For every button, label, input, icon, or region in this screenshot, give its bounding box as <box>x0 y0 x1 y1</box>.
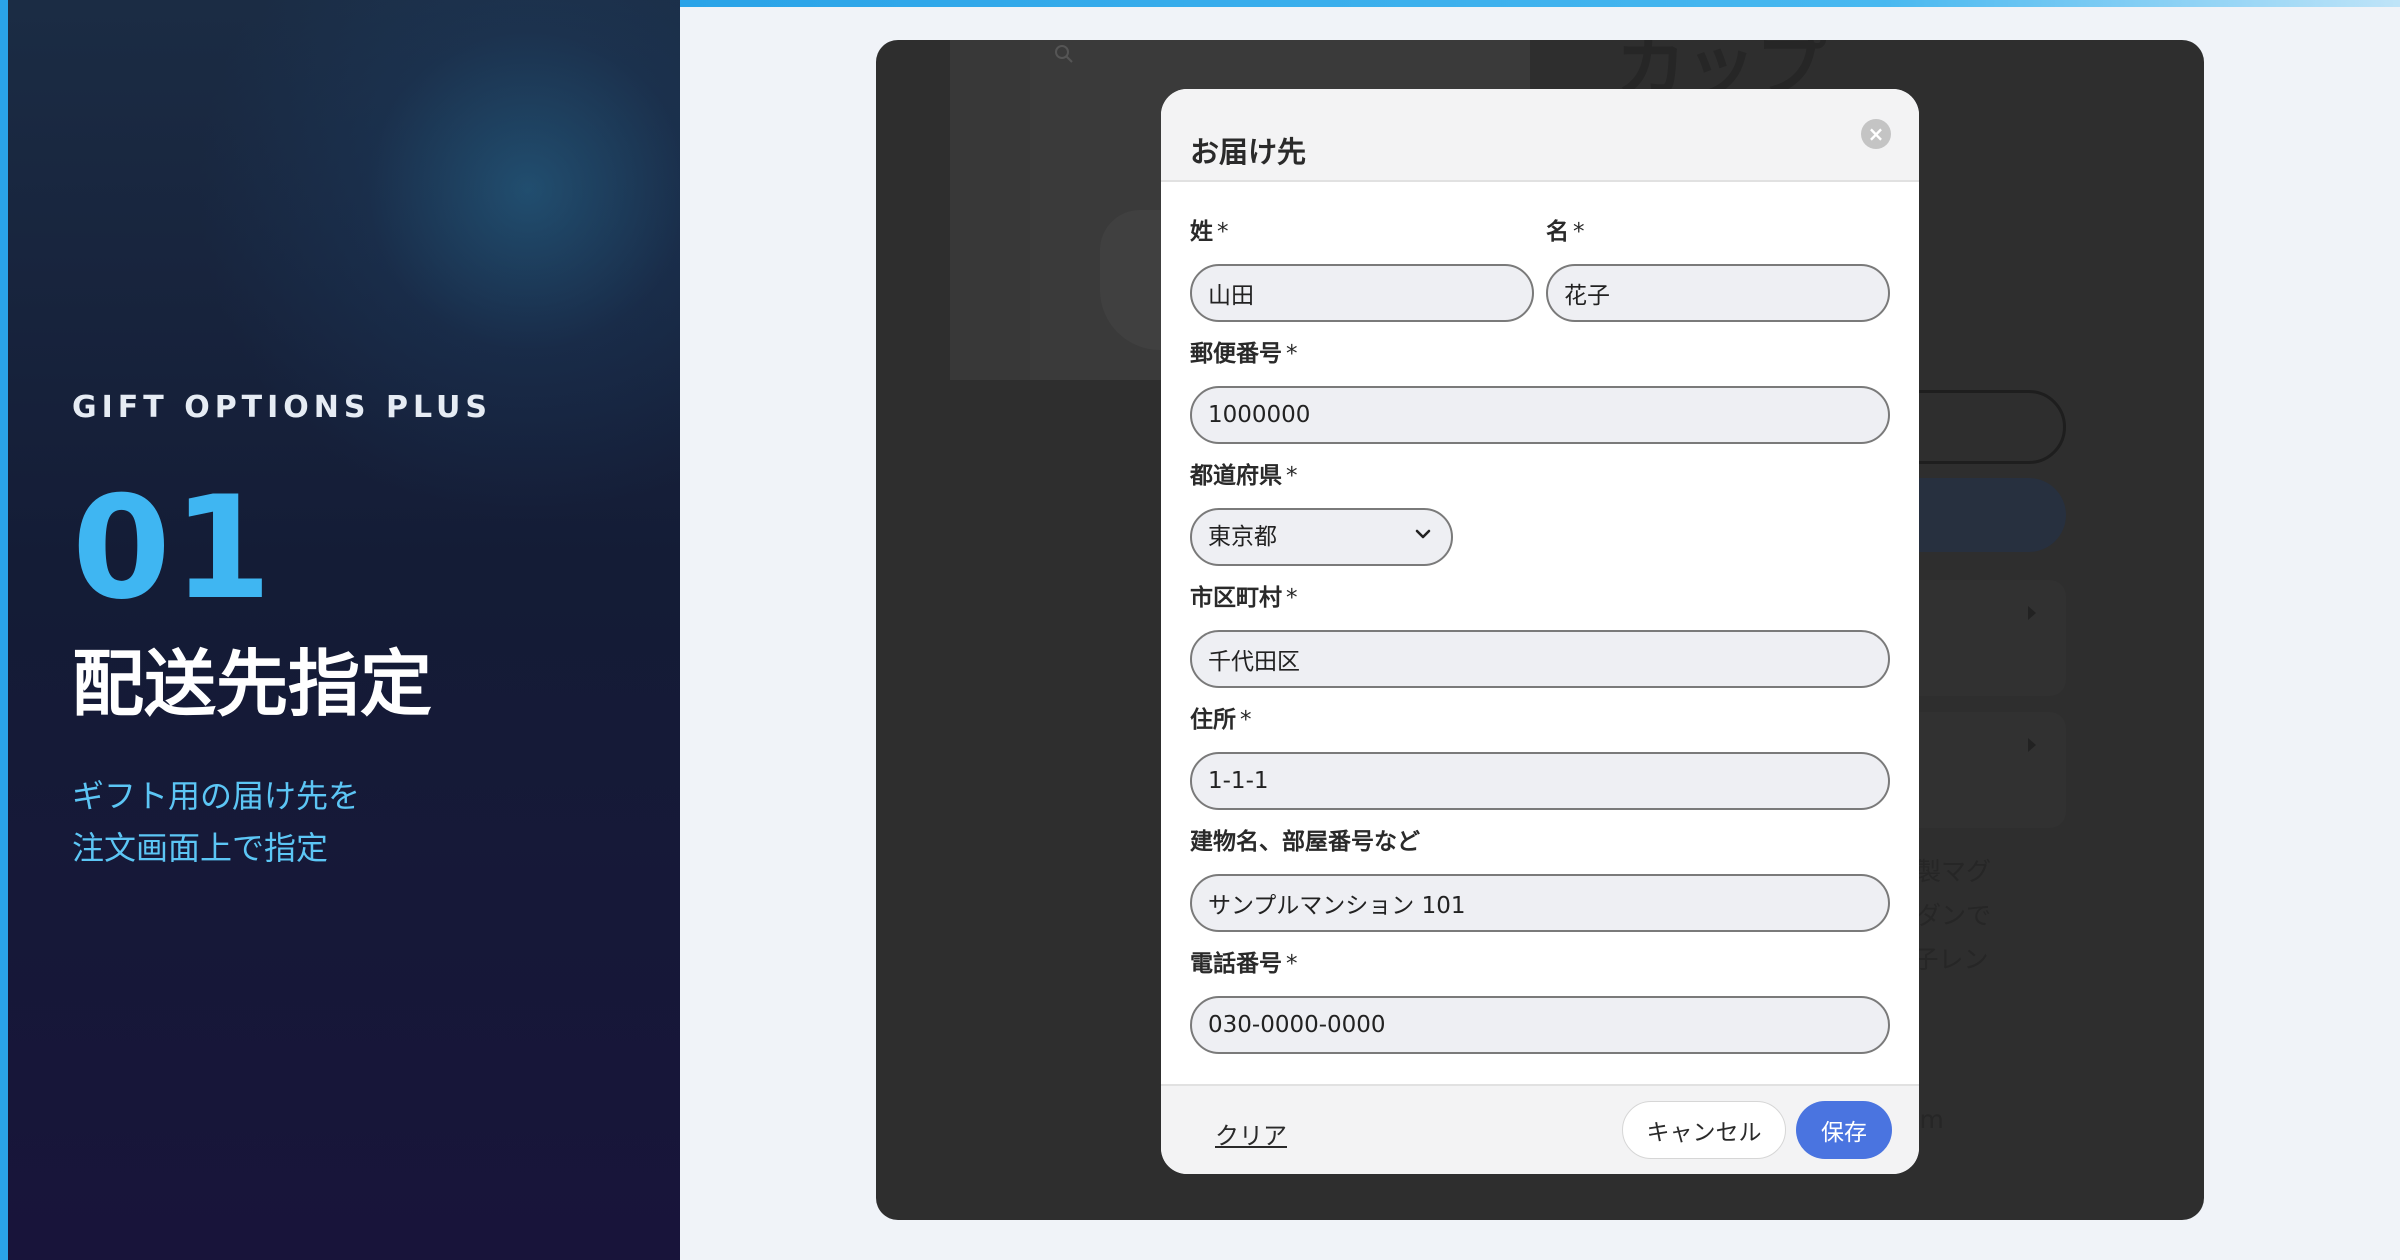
showcase-area: カップ する げた磁器製マグ かしたモダンで です。電子レン 直径8.5cm お… <box>680 0 2400 1260</box>
city-label: 市区町村 * <box>1190 585 1298 611</box>
promo-subtitle-line: 注文画面上で指定 <box>72 829 329 867</box>
first-name-input[interactable] <box>1546 264 1890 322</box>
caret-right-icon <box>2028 738 2036 752</box>
building-label: 建物名、部屋番号など <box>1190 829 1420 855</box>
building-input[interactable] <box>1190 874 1890 932</box>
address-label: 住所 * <box>1190 707 1252 733</box>
save-button[interactable]: 保存 <box>1796 1101 1892 1159</box>
promo-step-number: 01 <box>72 466 274 631</box>
last-name-input[interactable] <box>1190 264 1534 322</box>
promo-title: 配送先指定 <box>72 642 433 726</box>
city-input[interactable] <box>1190 630 1890 688</box>
postal-code-label: 郵便番号 * <box>1190 341 1298 367</box>
clear-link[interactable]: クリア <box>1215 1116 1287 1151</box>
modal-header: お届け先 × <box>1161 89 1919 182</box>
phone-label: 電話番号 * <box>1190 951 1298 977</box>
prefecture-label: 都道府県 * <box>1190 463 1298 489</box>
last-name-label: 姓 * <box>1190 219 1229 245</box>
close-icon[interactable]: × <box>1861 119 1891 149</box>
address-input[interactable] <box>1190 752 1890 810</box>
phone-input[interactable] <box>1190 996 1890 1054</box>
promo-subtitle-line: ギフト用の届け先を <box>72 777 361 815</box>
chevron-down-icon <box>1415 529 1431 539</box>
zoom-icon <box>1054 44 1078 68</box>
first-name-label: 名 * <box>1546 219 1585 245</box>
accent-bar <box>680 0 2400 7</box>
delivery-address-modal: お届け先 × 姓* 名* 郵便番号* 都道府県* 東京都 市区町村* <box>1161 89 1919 1174</box>
postal-code-input[interactable] <box>1190 386 1890 444</box>
modal-footer: クリア キャンセル 保存 <box>1161 1084 1919 1174</box>
promo-brand: GIFT OPTIONS PLUS <box>72 390 492 425</box>
caret-right-icon <box>2028 606 2036 620</box>
promo-subtitle: ギフト用の届け先を 注文画面上で指定 <box>72 770 360 874</box>
modal-title: お届け先 <box>1190 135 1307 169</box>
prefecture-select[interactable]: 東京都 <box>1190 508 1453 566</box>
promo-panel: GIFT OPTIONS PLUS 01 配送先指定 ギフト用の届け先を 注文画… <box>0 0 680 1260</box>
cancel-button[interactable]: キャンセル <box>1622 1101 1786 1159</box>
